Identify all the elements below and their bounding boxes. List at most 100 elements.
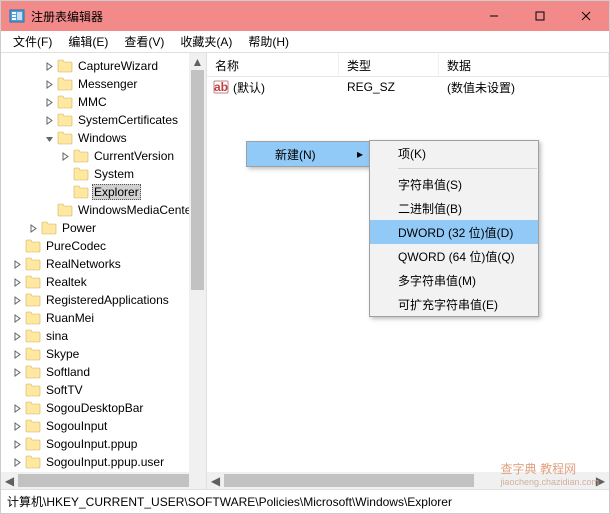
menu-item[interactable]: DWORD (32 位)值(D): [370, 220, 538, 244]
chevron-right-icon[interactable]: [27, 222, 39, 234]
statusbar: 计算机\HKEY_CURRENT_USER\SOFTWARE\Policies\…: [1, 489, 609, 513]
chevron-right-icon: [11, 384, 23, 396]
menu-favorites[interactable]: 收藏夹(A): [172, 31, 240, 52]
tree-item-label: Skype: [44, 347, 81, 361]
tree-item[interactable]: PureCodec: [3, 237, 206, 255]
menu-separator: [398, 168, 537, 169]
scroll-left-icon[interactable]: ◀: [1, 472, 18, 489]
tree-item[interactable]: System: [3, 165, 206, 183]
chevron-right-icon[interactable]: [43, 60, 55, 72]
scroll-track[interactable]: [189, 70, 206, 472]
scroll-thumb[interactable]: [224, 474, 474, 487]
tree-item[interactable]: RealNetworks: [3, 255, 206, 273]
chevron-right-icon[interactable]: [11, 366, 23, 378]
chevron-right-icon[interactable]: [11, 258, 23, 270]
menu-label: DWORD (32 位)值(D): [398, 224, 513, 241]
svg-text:ab: ab: [214, 80, 228, 94]
chevron-right-icon[interactable]: [11, 330, 23, 342]
menu-item[interactable]: QWORD (64 位)值(Q): [370, 244, 538, 268]
menu-label: 多字符串值(M): [398, 272, 476, 289]
tree-scrollbar-horizontal[interactable]: ◀ ▶: [1, 472, 189, 489]
list-body[interactable]: ab (默认) REG_SZ (数值未设置): [207, 77, 609, 97]
tree-item[interactable]: SoftTV: [3, 381, 206, 399]
tree-item[interactable]: Softland: [3, 363, 206, 381]
tree-item[interactable]: CurrentVersion: [3, 147, 206, 165]
menu-file[interactable]: 文件(F): [5, 31, 60, 52]
titlebar[interactable]: 注册表编辑器: [1, 1, 609, 31]
list-row[interactable]: ab (默认) REG_SZ (数值未设置): [207, 77, 609, 97]
submenu-arrow-icon: ▸: [357, 147, 363, 161]
tree-item[interactable]: Windows: [3, 129, 206, 147]
chevron-right-icon[interactable]: [43, 96, 55, 108]
tree-item[interactable]: SogouInput.ppup.user: [3, 453, 206, 471]
menu-label: 项(K): [398, 145, 426, 162]
folder-icon: [57, 95, 73, 109]
close-button[interactable]: [563, 1, 609, 31]
tree-item[interactable]: Power: [3, 219, 206, 237]
chevron-right-icon[interactable]: [43, 114, 55, 126]
regedit-window: 注册表编辑器 文件(F) 编辑(E) 查看(V) 收藏夹(A) 帮助(H) Ca…: [0, 0, 610, 514]
scroll-left-icon[interactable]: ◀: [207, 472, 224, 489]
chevron-right-icon[interactable]: [59, 150, 71, 162]
tree-item[interactable]: RuanMei: [3, 309, 206, 327]
tree-item[interactable]: RegisteredApplications: [3, 291, 206, 309]
tree-item[interactable]: sina: [3, 327, 206, 345]
menu-edit[interactable]: 编辑(E): [60, 31, 116, 52]
scroll-thumb[interactable]: [191, 70, 204, 290]
tree-item-label: Messenger: [76, 77, 139, 91]
maximize-button[interactable]: [517, 1, 563, 31]
chevron-right-icon[interactable]: [11, 312, 23, 324]
column-data[interactable]: 数据: [439, 53, 609, 76]
tree-item[interactable]: Messenger: [3, 75, 206, 93]
tree-item[interactable]: Skype: [3, 345, 206, 363]
menu-item-new[interactable]: 新建(N) ▸: [247, 142, 369, 166]
tree-item[interactable]: Explorer: [3, 183, 206, 201]
tree-item-label: PureCodec: [44, 239, 108, 253]
chevron-right-icon[interactable]: [11, 456, 23, 468]
scroll-thumb[interactable]: [18, 474, 198, 487]
tree-item[interactable]: MMC: [3, 93, 206, 111]
list-scrollbar-horizontal[interactable]: ◀ ▶: [207, 472, 609, 489]
folder-icon: [73, 185, 89, 199]
tree-item[interactable]: SogouInput.ppup: [3, 435, 206, 453]
chevron-down-icon[interactable]: [43, 132, 55, 144]
scroll-track[interactable]: [18, 472, 172, 489]
menu-label: 可扩充字符串值(E): [398, 296, 498, 313]
chevron-right-icon[interactable]: [11, 438, 23, 450]
scroll-track[interactable]: [224, 472, 592, 489]
tree-item[interactable]: SogouInput: [3, 417, 206, 435]
chevron-right-icon[interactable]: [11, 348, 23, 360]
menu-item[interactable]: 多字符串值(M): [370, 268, 538, 292]
tree-item[interactable]: CaptureWizard: [3, 57, 206, 75]
folder-icon: [25, 419, 41, 433]
scroll-right-icon[interactable]: ▶: [592, 472, 609, 489]
tree-pane: CaptureWizard Messenger MMCSystemCertifica…: [1, 53, 207, 489]
menu-help[interactable]: 帮助(H): [240, 31, 297, 52]
tree-item-label: Realtek: [44, 275, 89, 289]
chevron-right-icon[interactable]: [43, 78, 55, 90]
chevron-right-icon[interactable]: [11, 294, 23, 306]
tree-item[interactable]: Realtek: [3, 273, 206, 291]
menu-item[interactable]: 字符串值(S): [370, 172, 538, 196]
minimize-button[interactable]: [471, 1, 517, 31]
value-data: (数值未设置): [439, 79, 609, 96]
tree-item-label: SogouDesktopBar: [44, 401, 145, 415]
menu-item[interactable]: 可扩充字符串值(E): [370, 292, 538, 316]
scroll-up-icon[interactable]: ▲: [189, 53, 206, 70]
chevron-right-icon[interactable]: [11, 420, 23, 432]
column-type[interactable]: 类型: [339, 53, 439, 76]
chevron-right-icon[interactable]: [11, 276, 23, 288]
menu-view[interactable]: 查看(V): [116, 31, 172, 52]
registry-tree[interactable]: CaptureWizard Messenger MMCSystemCertifica…: [1, 53, 206, 475]
column-name[interactable]: 名称: [207, 53, 339, 76]
chevron-right-icon[interactable]: [11, 402, 23, 414]
tree-item[interactable]: SystemCertificates: [3, 111, 206, 129]
menu-label: 新建(N): [275, 146, 316, 163]
tree-item[interactable]: SogouDesktopBar: [3, 399, 206, 417]
menu-item[interactable]: 二进制值(B): [370, 196, 538, 220]
chevron-right-icon: [11, 240, 23, 252]
tree-item[interactable]: WindowsMediaCenter: [3, 201, 206, 219]
menu-item[interactable]: 项(K): [370, 141, 538, 165]
menubar: 文件(F) 编辑(E) 查看(V) 收藏夹(A) 帮助(H): [1, 31, 609, 53]
tree-scrollbar-vertical[interactable]: ▲ ▼: [189, 53, 206, 489]
